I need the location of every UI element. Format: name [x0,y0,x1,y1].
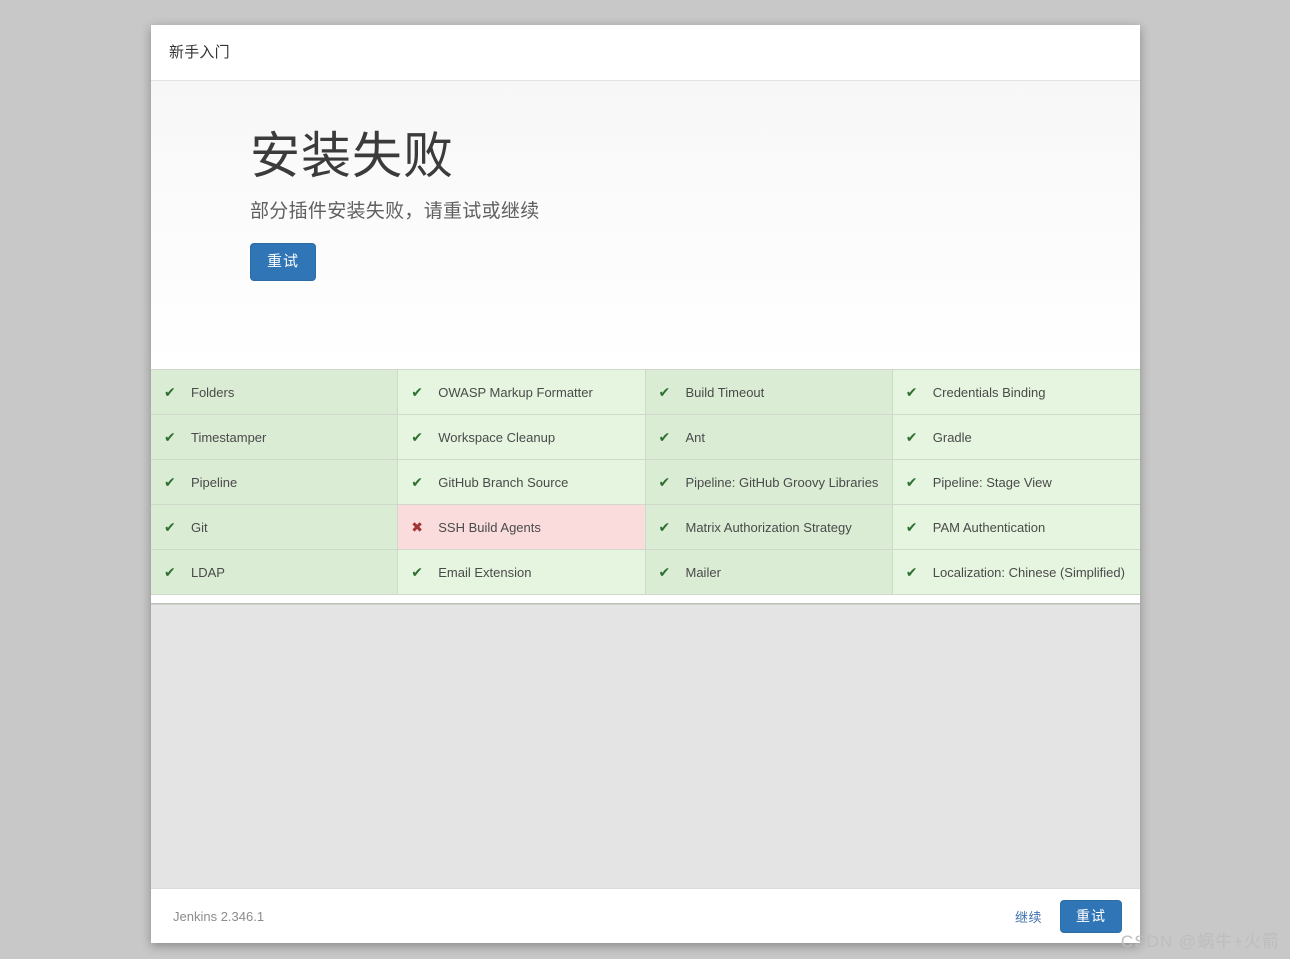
page-background: 新手入门 安装失败 部分插件安装失败，请重试或继续 重试 ✔ Folders ✔ OW… [0,0,1290,959]
plugin-status-grid: ✔ Folders ✔ OWASP Markup Formatter ✔ Build Ti… [151,369,1140,604]
plugin-cell: ✔ Workspace Cleanup [398,415,646,460]
plugin-cell: ✔ Build Timeout [645,370,893,415]
plugin-cell: ✔ Pipeline [151,460,399,505]
plugin-name: GitHub Branch Source [438,474,569,490]
check-icon: ✔ [164,519,176,535]
check-icon: ✔ [411,384,423,400]
plugin-cell: ✔ PAM Authentication [892,505,1140,550]
check-icon: ✔ [905,519,918,535]
plugin-name: OWASP Markup Formatter [438,384,593,400]
plugin-cell: ✔ GitHub Branch Source [398,460,646,505]
check-icon: ✔ [658,564,671,580]
plugin-name: LDAP [191,564,225,580]
check-icon: ✔ [658,429,671,445]
page-title: 安装失败 [250,128,454,184]
plugin-name: Pipeline: GitHub Groovy Libraries [685,474,879,490]
plugin-cell: ✔ Mailer [645,550,893,595]
plugin-name: Git [191,519,208,535]
plugin-cell: ✔ Matrix Authorization Strategy [645,505,893,550]
plugin-name: Matrix Authorization Strategy [685,519,852,535]
check-icon: ✔ [164,474,176,490]
plugin-cell: ✔ Folders [151,370,399,415]
check-icon: ✔ [164,429,176,445]
plugin-name: Credentials Binding [932,384,1046,400]
hero-panel: 安装失败 部分插件安装失败，请重试或继续 重试 [151,81,1140,369]
check-icon: ✔ [905,429,918,445]
page-subtitle: 部分插件安装失败，请重试或继续 [250,201,540,222]
wizard-footer: Jenkins 2.346.1 继续 重试 [151,888,1140,943]
cross-icon: ✖ [411,519,423,535]
plugin-name: Folders [191,384,235,400]
check-icon: ✔ [411,474,423,490]
plugin-cell: ✖ SSH Build Agents [398,505,646,550]
wizard-header: 新手入门 [151,25,1140,81]
check-icon: ✔ [658,384,671,400]
plugin-cell: ✔ Ant [645,415,893,460]
plugin-name: SSH Build Agents [438,519,541,535]
plugin-cell: ✔ Gradle [892,415,1140,460]
setup-wizard-dialog: 新手入门 安装失败 部分插件安装失败，请重试或继续 重试 ✔ Folders ✔ OW… [151,25,1140,943]
wizard-body-empty [151,604,1140,888]
footer-retry-button[interactable]: 重试 [1060,899,1122,933]
check-icon: ✔ [164,384,176,400]
plugin-cell: ✔ Pipeline: Stage View [892,460,1140,505]
check-icon: ✔ [164,564,176,580]
check-icon: ✔ [658,519,671,535]
plugin-name: Gradle [932,429,972,445]
check-icon: ✔ [905,384,918,400]
plugin-name: Timestamper [191,429,267,445]
continue-link[interactable]: 继续 [1005,901,1052,932]
check-icon: ✔ [905,564,918,580]
plugin-cell: ✔ Credentials Binding [892,370,1140,415]
csdn-watermark: CSDN @蜗牛+火箭 [1120,932,1280,951]
plugin-name: PAM Authentication [932,519,1046,535]
plugin-name: Build Timeout [685,384,765,400]
plugin-cell: ✔ Git [151,505,399,550]
plugin-name: Mailer [685,564,721,580]
check-icon: ✔ [658,474,671,490]
retry-button[interactable]: 重试 [250,243,317,281]
check-icon: ✔ [411,429,423,445]
plugin-name: Pipeline: Stage View [932,474,1052,490]
plugin-name: Ant [685,429,706,445]
plugin-name: Email Extension [438,564,532,580]
plugin-name: Workspace Cleanup [438,429,556,445]
plugin-name: Pipeline [191,474,238,490]
check-icon: ✔ [905,474,918,490]
check-icon: ✔ [411,564,423,580]
plugin-name: Localization: Chinese (Simplified) [932,564,1125,580]
plugin-cell: ✔ LDAP [151,550,399,595]
tab-getting-started[interactable]: 新手入门 [167,41,232,64]
plugin-cell: ✔ Pipeline: GitHub Groovy Libraries [645,460,893,505]
plugin-cell: ✔ Localization: Chinese (Simplified) [892,550,1140,595]
plugin-cell: ✔ OWASP Markup Formatter [398,370,646,415]
plugin-cell: ✔ Timestamper [151,415,399,460]
plugin-cell: ✔ Email Extension [398,550,646,595]
jenkins-version-label: Jenkins 2.346.1 [173,908,265,924]
